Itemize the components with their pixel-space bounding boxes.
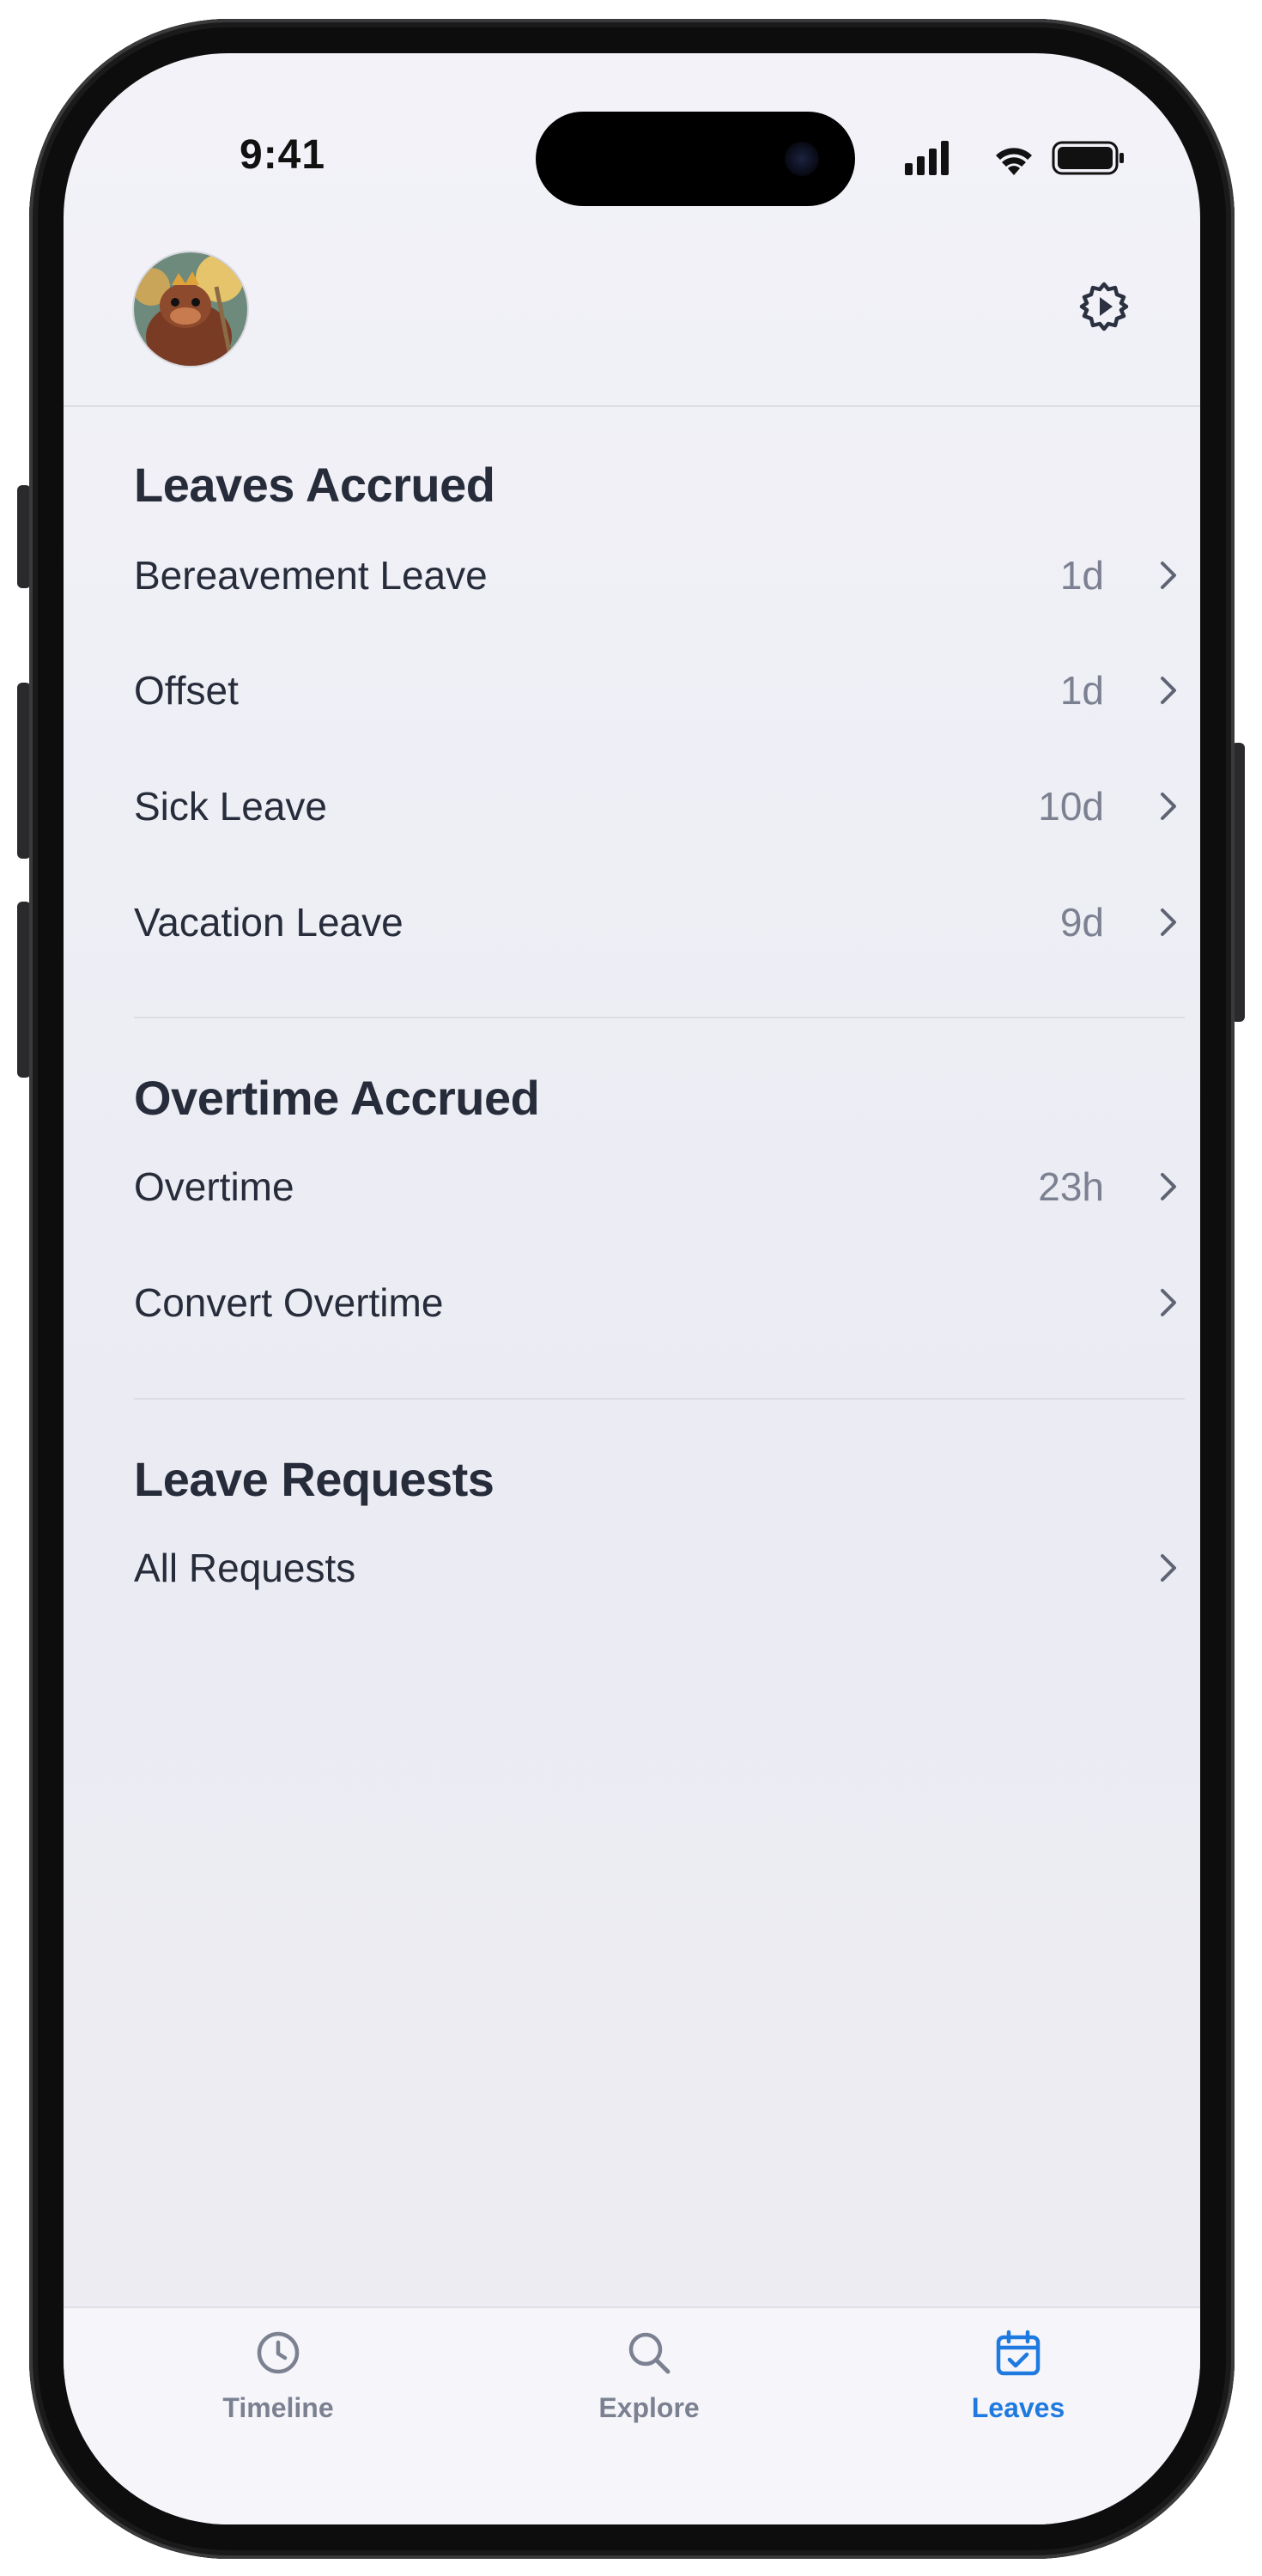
tab-label: Leaves xyxy=(971,2392,1065,2423)
front-camera xyxy=(785,142,819,176)
section-title-overtime-accrued: Overtime Accrued xyxy=(134,1071,540,1125)
list-item-label: All Requests xyxy=(134,1546,356,1590)
dynamic-island xyxy=(536,112,855,206)
list-item-value: 23h xyxy=(1038,1164,1104,1209)
list-item-label: Offset xyxy=(134,668,239,713)
tab-label: Explore xyxy=(598,2392,700,2423)
chevron-right-icon xyxy=(1161,1289,1176,1316)
avatar-image xyxy=(134,252,247,366)
phone-frame: 9:41 Leaves Accrued Bereavement Leave 1d… xyxy=(29,19,1235,2559)
list-item-offset[interactable]: Offset 1d xyxy=(134,647,1198,733)
section-divider xyxy=(134,1017,1185,1018)
tab-bar: Timeline Explore Leaves xyxy=(64,2306,1200,2524)
list-item-label: Vacation Leave xyxy=(134,900,403,945)
tab-leaves[interactable]: Leaves xyxy=(932,2329,1104,2432)
cellular-signal-icon xyxy=(905,141,949,175)
chevron-right-icon xyxy=(1161,793,1176,820)
avatar[interactable] xyxy=(134,252,247,366)
list-item-bereavement-leave[interactable]: Bereavement Leave 1d xyxy=(134,532,1198,618)
status-icons xyxy=(905,141,1124,175)
section-title-leaves-accrued: Leaves Accrued xyxy=(134,458,495,512)
tab-label: Timeline xyxy=(222,2392,334,2423)
list-item-vacation-leave[interactable]: Vacation Leave 9d xyxy=(134,879,1198,965)
battery-icon xyxy=(1052,141,1124,175)
tab-timeline[interactable]: Timeline xyxy=(192,2329,364,2432)
section-title-leave-requests: Leave Requests xyxy=(134,1452,494,1506)
chevron-right-icon xyxy=(1161,1554,1176,1582)
list-item-label: Sick Leave xyxy=(134,784,328,829)
chevron-right-icon xyxy=(1161,908,1176,936)
list-item-label: Overtime xyxy=(134,1164,294,1209)
list-item-all-requests[interactable]: All Requests xyxy=(134,1525,1198,1611)
list-item-convert-overtime[interactable]: Convert Overtime xyxy=(134,1260,1198,1346)
search-icon xyxy=(628,2332,670,2374)
list-item-label: Bereavement Leave xyxy=(134,553,488,598)
list-item-value: 1d xyxy=(1059,668,1104,713)
wifi-icon xyxy=(996,148,1032,175)
tab-explore[interactable]: Explore xyxy=(563,2329,735,2432)
chevron-right-icon xyxy=(1161,1173,1176,1200)
list-item-sick-leave[interactable]: Sick Leave 10d xyxy=(134,763,1198,849)
section-divider xyxy=(134,1398,1185,1400)
list-item-value: 10d xyxy=(1038,784,1104,829)
header-divider xyxy=(64,405,1200,407)
calendar-check-icon xyxy=(996,2330,1041,2376)
chevron-right-icon xyxy=(1161,562,1176,589)
status-time: 9:41 xyxy=(240,132,326,178)
chevron-right-icon xyxy=(1161,677,1176,704)
list-item-overtime[interactable]: Overtime 23h xyxy=(134,1144,1198,1230)
list-item-value: 1d xyxy=(1059,553,1104,598)
list-item-label: Convert Overtime xyxy=(134,1280,444,1325)
app-screen: 9:41 Leaves Accrued Bereavement Leave 1d… xyxy=(64,53,1200,2524)
list-item-value: 9d xyxy=(1059,900,1104,945)
clock-icon xyxy=(257,2331,300,2374)
gear-icon[interactable] xyxy=(1078,281,1130,332)
